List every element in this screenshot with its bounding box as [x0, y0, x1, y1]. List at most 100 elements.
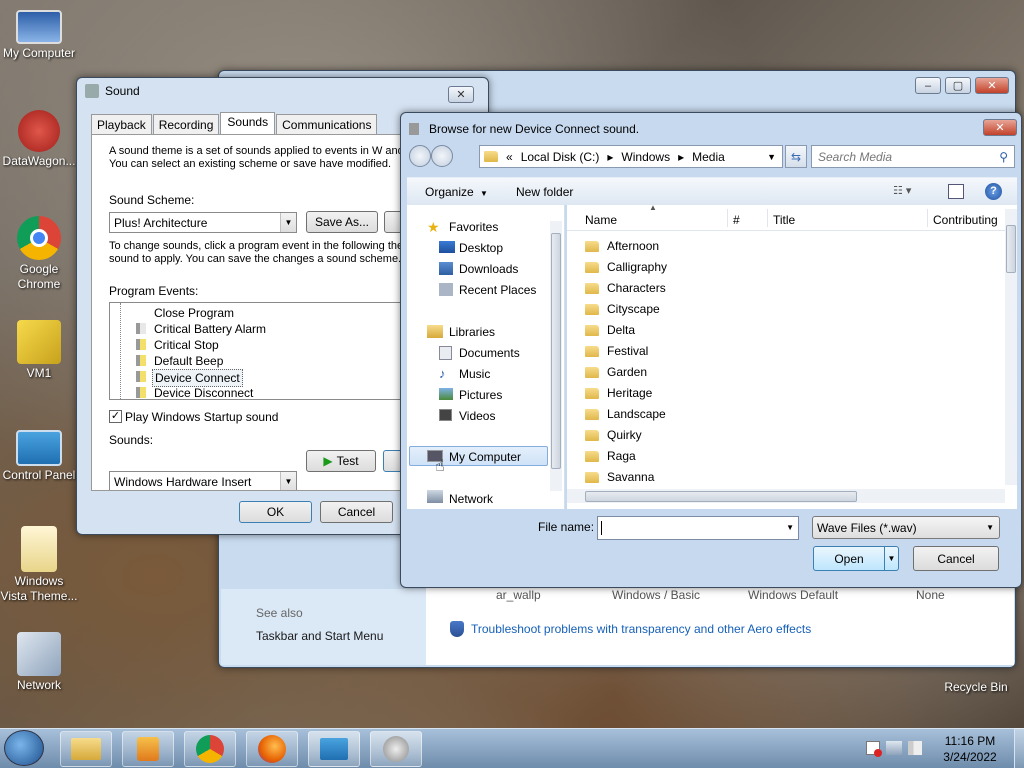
- vertical-scrollbar[interactable]: [1005, 209, 1017, 485]
- column-title[interactable]: Title: [773, 213, 795, 227]
- column-name[interactable]: Name: [585, 213, 617, 227]
- folder-row[interactable]: Savanna: [585, 470, 654, 484]
- nav-item-videos[interactable]: Videos: [459, 409, 495, 423]
- show-desktop-button[interactable]: [1014, 728, 1024, 768]
- nav-item-desktop[interactable]: Desktop: [459, 241, 503, 255]
- folder-row[interactable]: Delta: [585, 323, 635, 337]
- troubleshoot-link[interactable]: Troubleshoot problems with transparency …: [471, 622, 811, 636]
- taskbar-firefox-button[interactable]: [246, 731, 298, 767]
- desktop-icon-recycle-bin[interactable]: Recycle Bin: [936, 680, 1016, 695]
- folder-row[interactable]: Quirky: [585, 428, 642, 442]
- nav-my-computer[interactable]: My Computer: [449, 450, 521, 464]
- taskbar-explorer-button[interactable]: [60, 731, 112, 767]
- open-button[interactable]: Open ▼: [813, 546, 899, 571]
- folder-row[interactable]: Cityscape: [585, 302, 660, 316]
- close-button[interactable]: ✕: [983, 119, 1017, 136]
- breadcrumb-item[interactable]: Media: [692, 150, 725, 164]
- action-center-icon[interactable]: [866, 741, 882, 757]
- ok-button[interactable]: OK: [239, 501, 312, 523]
- test-button[interactable]: ▶ Test: [306, 450, 376, 472]
- folder-row[interactable]: Characters: [585, 281, 666, 295]
- folder-row[interactable]: Festival: [585, 344, 648, 358]
- breadcrumb-item[interactable]: Windows: [621, 150, 670, 164]
- event-item[interactable]: Critical Stop: [154, 338, 219, 352]
- nav-item-documents[interactable]: Documents: [459, 346, 520, 360]
- column-contributing[interactable]: Contributing: [933, 213, 998, 227]
- chevron-down-icon[interactable]: ▼: [884, 547, 898, 570]
- column-number[interactable]: #: [733, 213, 740, 227]
- close-button[interactable]: ✕: [448, 86, 474, 103]
- chevron-down-icon[interactable]: ▼: [767, 152, 776, 162]
- horizontal-scrollbar[interactable]: [567, 489, 1005, 503]
- refresh-button[interactable]: ⇆: [785, 145, 807, 168]
- event-item[interactable]: Critical Battery Alarm: [154, 322, 266, 336]
- desktop-icon-control-panel[interactable]: Control Panel: [0, 430, 78, 483]
- folder-row[interactable]: Calligraphy: [585, 260, 667, 274]
- desktop-icon-chrome[interactable]: Google Chrome: [0, 216, 78, 292]
- organize-button[interactable]: Organize ▼: [425, 185, 488, 199]
- nav-favorites[interactable]: Favorites: [449, 220, 498, 234]
- close-button[interactable]: ✕: [975, 77, 1009, 94]
- chevron-down-icon[interactable]: ▼: [786, 523, 794, 532]
- file-name-input[interactable]: ▼: [597, 516, 799, 540]
- breadcrumb-item[interactable]: Local Disk (C:): [521, 150, 600, 164]
- forward-button[interactable]: [431, 145, 453, 167]
- desktop-icon-vm1[interactable]: VM1: [0, 320, 78, 381]
- nav-item-downloads[interactable]: Downloads: [459, 262, 518, 276]
- folder-row[interactable]: Raga: [585, 449, 636, 463]
- chrome-icon: [196, 735, 224, 763]
- volume-icon[interactable]: [908, 741, 922, 755]
- nav-network[interactable]: Network: [449, 492, 493, 506]
- desktop-icon-vista-theme[interactable]: Windows Vista Theme...: [0, 526, 78, 604]
- nav-item-music[interactable]: Music: [459, 367, 490, 381]
- file-type-select[interactable]: Wave Files (*.wav) ▼: [812, 516, 1000, 539]
- new-folder-button[interactable]: New folder: [516, 185, 573, 199]
- cancel-button[interactable]: Cancel: [913, 546, 999, 571]
- tab-sounds[interactable]: Sounds: [220, 112, 276, 135]
- taskbar-sound-button[interactable]: [370, 731, 422, 767]
- folder-row[interactable]: Heritage: [585, 386, 652, 400]
- back-button[interactable]: [409, 145, 431, 167]
- network-icon[interactable]: [886, 741, 902, 755]
- taskbar-chrome-button[interactable]: [184, 731, 236, 767]
- start-button[interactable]: [4, 730, 44, 766]
- scroll-thumb[interactable]: [585, 491, 857, 502]
- taskbar-control-panel-button[interactable]: [308, 731, 360, 767]
- help-icon[interactable]: ?: [985, 183, 1002, 200]
- desktop-icon-my-computer[interactable]: My Computer: [0, 10, 78, 61]
- nav-scrollbar[interactable]: [550, 221, 562, 491]
- folder-row[interactable]: Garden: [585, 365, 647, 379]
- tab-communications[interactable]: Communications: [276, 114, 378, 135]
- desktop-icon-network[interactable]: Network: [0, 632, 78, 693]
- tab-recording[interactable]: Recording: [152, 114, 220, 135]
- file-name-label: File name:: [538, 520, 595, 534]
- address-bar[interactable]: « Local Disk (C:) ▸ Windows ▸ Media ▼: [479, 145, 783, 168]
- minimize-button[interactable]: –: [915, 77, 941, 94]
- tab-playback[interactable]: Playback: [91, 114, 152, 135]
- cancel-button[interactable]: Cancel: [320, 501, 393, 523]
- maximize-button[interactable]: ▢: [945, 77, 971, 94]
- preview-pane-button[interactable]: [948, 184, 964, 199]
- taskbar-media-button[interactable]: [122, 731, 174, 767]
- scroll-thumb[interactable]: [1006, 225, 1016, 273]
- nav-libraries[interactable]: Libraries: [449, 325, 495, 339]
- folder-row[interactable]: Landscape: [585, 407, 666, 421]
- folder-row[interactable]: Afternoon: [585, 239, 659, 253]
- save-as-button[interactable]: Save As...: [306, 211, 378, 233]
- nav-item-recent[interactable]: Recent Places: [459, 283, 536, 297]
- event-item[interactable]: Device Disconnect: [154, 386, 253, 399]
- startup-checkbox[interactable]: ✓: [109, 410, 122, 423]
- scheme-select[interactable]: Plus! Architecture ▼: [109, 212, 297, 233]
- nav-item-pictures[interactable]: Pictures: [459, 388, 502, 402]
- desktop-icon-datawagon[interactable]: DataWagon...: [0, 110, 78, 169]
- event-item[interactable]: Default Beep: [154, 354, 223, 368]
- event-item-selected[interactable]: Device Connect: [152, 369, 243, 387]
- speaker-icon: [136, 371, 146, 382]
- event-item[interactable]: Close Program: [154, 306, 234, 320]
- sound-select[interactable]: Windows Hardware Insert ▼: [109, 471, 297, 490]
- search-input[interactable]: Search Media ⚲: [811, 145, 1015, 168]
- clock[interactable]: 11:16 PM 3/24/2022: [930, 733, 1010, 765]
- scroll-thumb[interactable]: [551, 233, 561, 469]
- taskbar-link[interactable]: Taskbar and Start Menu: [256, 629, 383, 643]
- view-menu-button[interactable]: ☷ ▾: [893, 184, 923, 200]
